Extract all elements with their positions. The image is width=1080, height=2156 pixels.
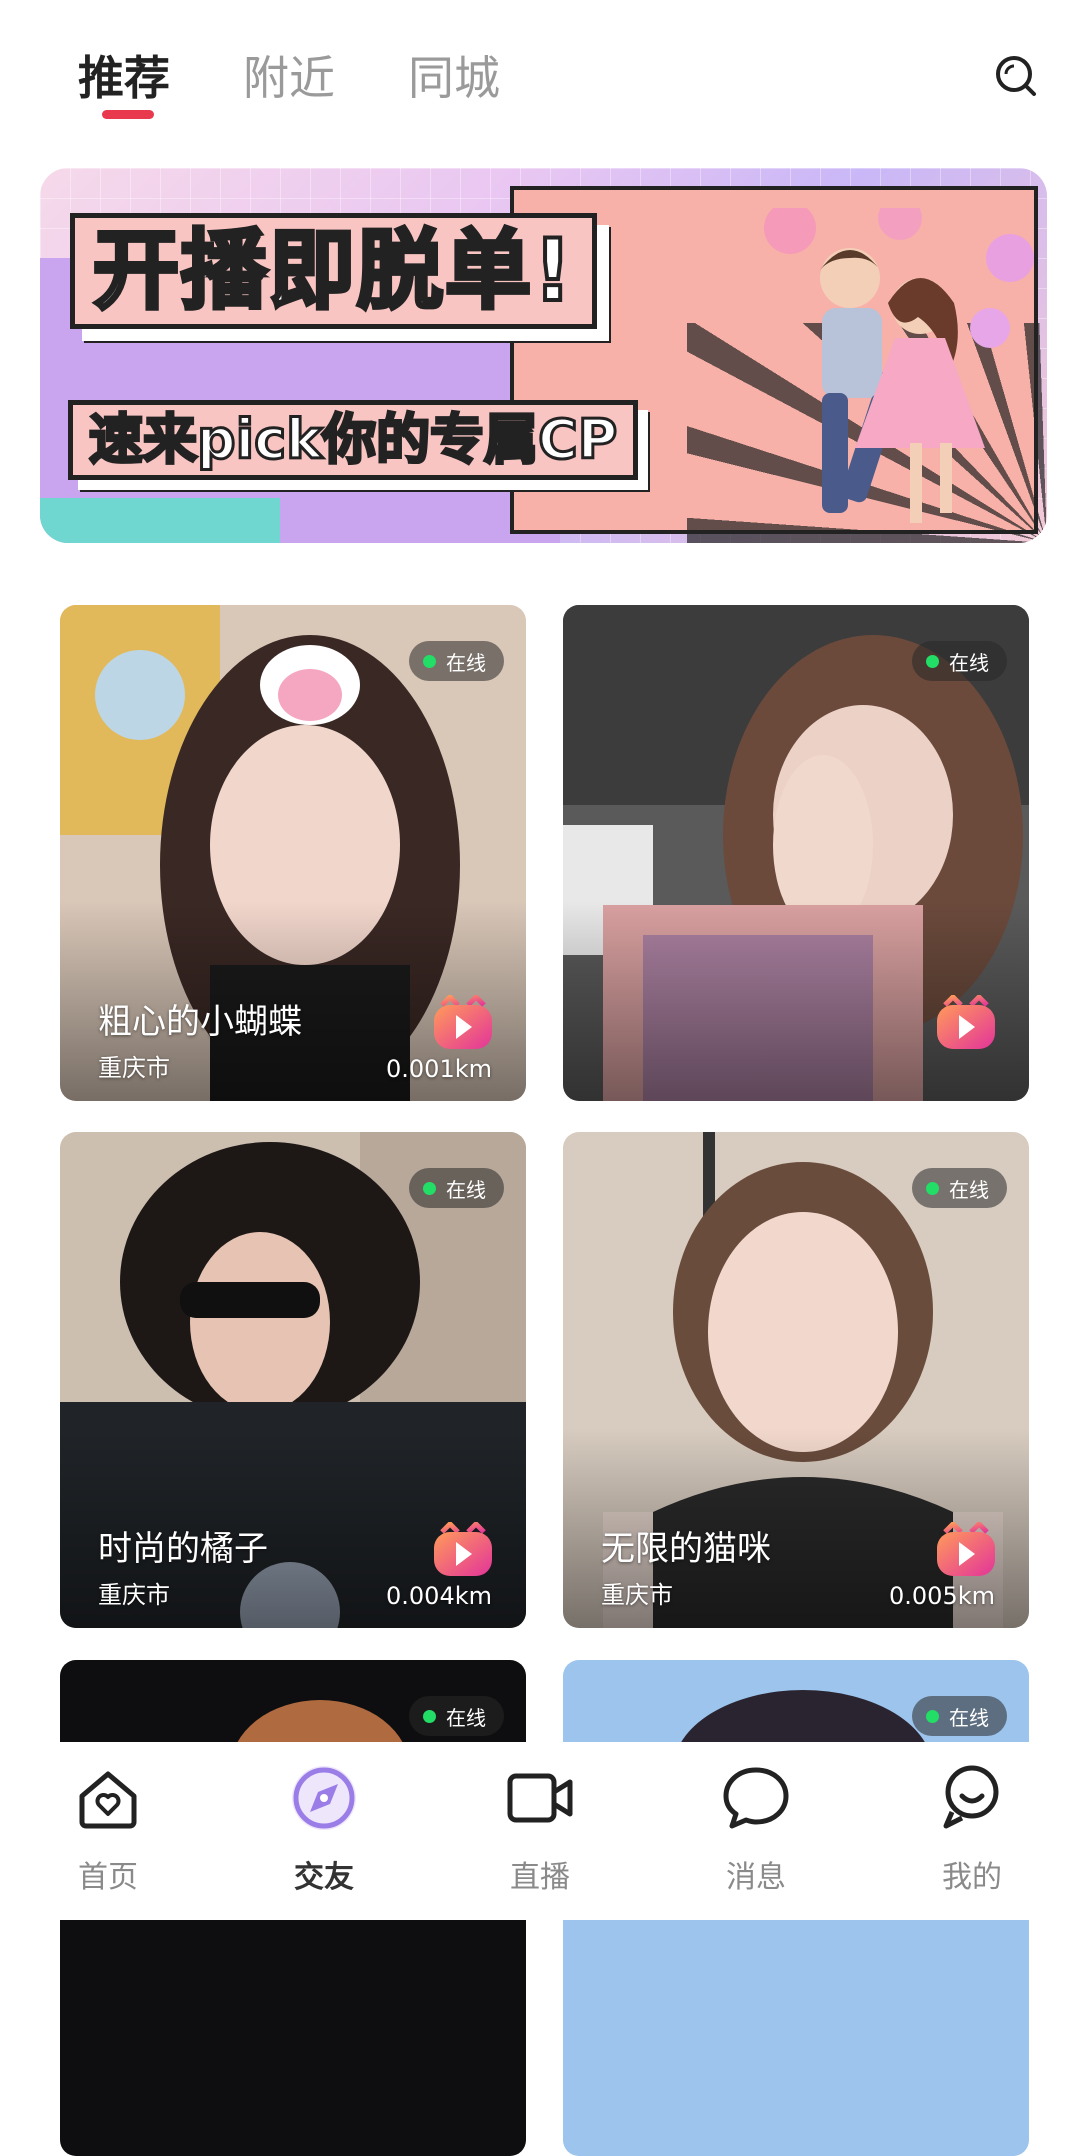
nav-home-label: 首页 <box>78 1860 138 1895</box>
online-dot <box>423 654 436 668</box>
user-city: 重庆市 <box>601 1581 673 1609</box>
couple-illustration <box>764 208 1034 523</box>
top-tab-bar: 推荐 附近 同城 <box>0 0 1080 150</box>
online-dot <box>423 1181 436 1195</box>
online-status-badge: 在线 <box>409 641 504 681</box>
user-card[interactable]: 在线 无限的猫咪 重庆市 0.005km <box>563 1132 1029 1628</box>
live-stream-icon[interactable] <box>432 1522 494 1578</box>
nav-profile[interactable]: 我的 <box>864 1742 1080 1920</box>
live-stream-icon[interactable] <box>935 1522 997 1578</box>
active-tab-indicator <box>102 110 154 119</box>
live-stream-icon[interactable] <box>935 995 997 1051</box>
profile-icon <box>943 1765 999 1829</box>
online-status-badge: 在线 <box>912 1168 1007 1208</box>
live-stream-icon[interactable] <box>432 995 494 1051</box>
nav-friends-label: 交友 <box>294 1860 354 1895</box>
nav-live[interactable]: 直播 <box>432 1742 648 1920</box>
user-distance: 0.005km <box>889 1582 995 1610</box>
user-card[interactable]: 在线 粗心的小蝴蝶 重庆市 0.001km <box>60 605 526 1101</box>
message-bubble-icon <box>723 1767 789 1829</box>
promo-banner[interactable]: 开播即脱单! 速来pick你的专属CP <box>40 168 1047 543</box>
user-distance: 0.004km <box>386 1582 492 1610</box>
user-city: 重庆市 <box>98 1581 170 1609</box>
search-icon <box>996 56 1036 96</box>
banner-headline: 开播即脱单! <box>70 213 598 330</box>
banner-subheadline: 速来pick你的专属CP <box>68 400 639 481</box>
video-camera-icon <box>507 1773 573 1823</box>
search-button[interactable] <box>990 50 1042 102</box>
nav-friends[interactable]: 交友 <box>216 1742 432 1920</box>
bottom-navigation: 首页 交友 直播 消息 我的 <box>0 1742 1080 1920</box>
online-dot <box>926 1181 939 1195</box>
nav-messages[interactable]: 消息 <box>648 1742 864 1920</box>
user-nickname: 粗心的小蝴蝶 <box>98 1002 302 1042</box>
online-status-badge: 在线 <box>912 1696 1007 1736</box>
online-status-badge: 在线 <box>409 1168 504 1208</box>
nav-profile-label: 我的 <box>942 1860 1002 1895</box>
nav-live-label: 直播 <box>510 1860 570 1895</box>
user-card[interactable]: 在线 <box>563 605 1029 1101</box>
user-distance: 0.001km <box>386 1055 492 1083</box>
online-status-badge: 在线 <box>912 641 1007 681</box>
home-icon <box>79 1771 137 1829</box>
user-city: 重庆市 <box>98 1054 170 1082</box>
user-nickname: 时尚的橘子 <box>98 1529 268 1569</box>
nav-messages-label: 消息 <box>726 1860 786 1895</box>
tab-same-city[interactable]: 同城 <box>408 42 500 108</box>
online-dot <box>926 654 939 668</box>
tab-nearby[interactable]: 附近 <box>243 42 335 108</box>
online-dot <box>423 1709 436 1723</box>
user-card[interactable]: 在线 时尚的橘子 重庆市 0.004km <box>60 1132 526 1628</box>
user-nickname: 无限的猫咪 <box>601 1529 771 1569</box>
online-status-badge: 在线 <box>409 1696 504 1736</box>
online-dot <box>926 1709 939 1723</box>
compass-icon <box>292 1766 356 1830</box>
tab-recommend[interactable]: 推荐 <box>78 42 170 108</box>
nav-home[interactable]: 首页 <box>0 1742 216 1920</box>
